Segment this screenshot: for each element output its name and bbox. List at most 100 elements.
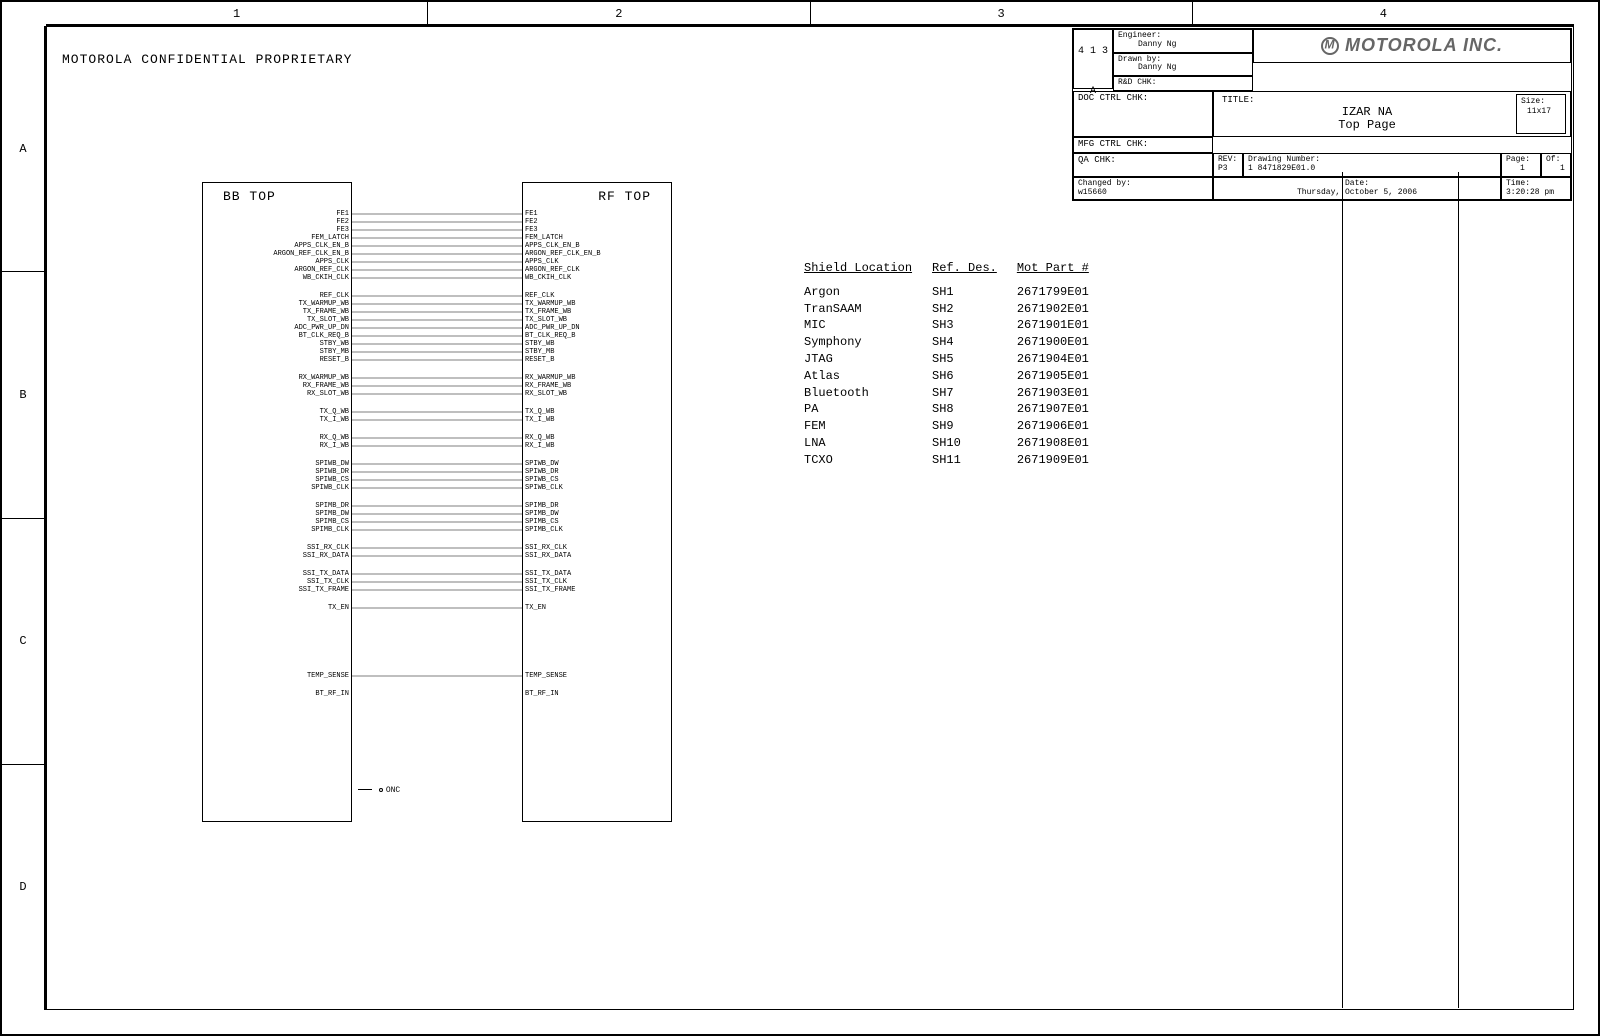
shield-cell: TCXO [794, 452, 922, 469]
title-line1: IZAR NA [1342, 105, 1392, 119]
bb-top-title: BB TOP [223, 189, 276, 204]
doc-ctrl-chk: DOC CTRL CHK: [1073, 91, 1213, 137]
rf-top-title: RF TOP [598, 189, 651, 204]
drawn-label: Drawn by: [1118, 55, 1161, 64]
of-label: Of: [1546, 155, 1560, 164]
rf-pin: SSI_RX_DATA [525, 553, 671, 561]
shield-cell: FEM [794, 418, 922, 435]
rd-chk: R&D CHK: [1113, 76, 1253, 91]
shield-cell: MIC [794, 317, 922, 334]
shield-row: ArgonSH12671799E01 [794, 283, 1099, 300]
shield-cell: SH11 [922, 452, 1007, 469]
shield-cell: SH1 [922, 283, 1007, 300]
shield-cell: SH10 [922, 435, 1007, 452]
shield-row: AtlasSH62671905E01 [794, 368, 1099, 385]
motorola-logo: MOTOROLA INC. [1253, 29, 1571, 63]
shield-cell: PA [794, 401, 922, 418]
shield-row: JTAGSH52671904E01 [794, 351, 1099, 368]
row-b: B [2, 272, 44, 518]
shield-cell: SH8 [922, 401, 1007, 418]
bb-pin: RX_I_WB [203, 443, 349, 451]
onc-dot-icon [379, 788, 383, 792]
engineer-value: Danny Ng [1118, 40, 1176, 49]
shield-cell: JTAG [794, 351, 922, 368]
shield-hdr-loc: Shield Location [794, 260, 922, 283]
bb-pin: SPIMB_CLK [203, 527, 349, 535]
drawn-cell: Drawn by: Danny Ng [1113, 53, 1253, 77]
shield-cell: SH2 [922, 301, 1007, 318]
qa-chk: QA CHK: [1073, 153, 1213, 177]
rf-pin: RX_I_WB [525, 443, 671, 451]
shield-cell: SH7 [922, 385, 1007, 402]
onc-text: ONC [386, 786, 400, 795]
side-code: 4 1 3 A [1073, 29, 1113, 89]
row-d: D [2, 765, 44, 1010]
bb-pin: TX_I_WB [203, 417, 349, 425]
column-ruler: 1 2 3 4 [46, 2, 1574, 26]
drawing-no-label: Drawing Number: [1248, 155, 1320, 164]
rf-pin-list: FE1FE2FE3FEM_LATCHAPPS_CLK_EN_BARGON_REF… [523, 211, 671, 699]
shield-cell: 2671904E01 [1007, 351, 1099, 368]
confidential-notice: MOTOROLA CONFIDENTIAL PROPRIETARY [62, 52, 352, 67]
rf-top-block: RF TOP FE1FE2FE3FEM_LATCHAPPS_CLK_EN_BAR… [522, 182, 672, 822]
col-1: 1 [46, 2, 428, 24]
bb-pin: FE1 [203, 211, 349, 219]
row-c: C [2, 519, 44, 765]
revision-column [1342, 172, 1572, 1008]
shield-cell: Bluetooth [794, 385, 922, 402]
rf-pin: RX_SLOT_WB [525, 391, 671, 399]
rf-pin: TX_I_WB [525, 417, 671, 425]
rf-pin: FE1 [525, 211, 671, 219]
engineer-label: Engineer: [1118, 31, 1161, 40]
bb-pin: BT_RF_IN [203, 691, 349, 699]
rev-value: P3 [1218, 164, 1228, 173]
changed-cell: Changed by: w15660 [1073, 177, 1213, 201]
shield-row: LNASH102671908E01 [794, 435, 1099, 452]
engineer-cell: Engineer: Danny Ng [1113, 29, 1253, 53]
bb-pin: SPIWB_CLK [203, 485, 349, 493]
bb-pin-list: FE1FE2FE3FEM_LATCHAPPS_CLK_EN_BARGON_REF… [203, 211, 351, 699]
shield-cell: SH5 [922, 351, 1007, 368]
shield-cell: 2671905E01 [1007, 368, 1099, 385]
title-line2: Top Page [1338, 118, 1396, 132]
shield-cell: TranSAAM [794, 301, 922, 318]
bb-pin: WB_CKIH_CLK [203, 275, 349, 283]
shield-cell: Symphony [794, 334, 922, 351]
shield-cell: Argon [794, 283, 922, 300]
rev-label: REV: [1218, 155, 1237, 164]
rf-pin: SSI_TX_FRAME [525, 587, 671, 595]
revision-column-divider [1458, 172, 1572, 1008]
shield-cell: 2671906E01 [1007, 418, 1099, 435]
shield-row: MICSH32671901E01 [794, 317, 1099, 334]
rf-pin: TEMP_SENSE [525, 673, 671, 681]
rf-pin: WB_CKIH_CLK [525, 275, 671, 283]
bb-pin: SSI_RX_DATA [203, 553, 349, 561]
shield-cell: SH4 [922, 334, 1007, 351]
drawn-value: Danny Ng [1118, 63, 1176, 72]
rf-pin: TX_EN [525, 605, 671, 613]
bb-pin: FE2 [203, 219, 349, 227]
shield-hdr-part: Mot Part # [1007, 260, 1099, 283]
bb-pin: SSI_TX_FRAME [203, 587, 349, 595]
row-ruler: A B C D [2, 26, 46, 1010]
shield-row: TCXOSH112671909E01 [794, 452, 1099, 469]
bb-top-block: BB TOP FE1FE2FE3FEM_LATCHAPPS_CLK_EN_BAR… [202, 182, 352, 822]
shield-table: Shield Location Ref. Des. Mot Part # Arg… [794, 260, 1099, 469]
shield-cell: Atlas [794, 368, 922, 385]
drawing-no-value: 1 8471829E01.0 [1248, 164, 1315, 173]
rf-pin: SPIMB_CLK [525, 527, 671, 535]
shield-cell: 2671901E01 [1007, 317, 1099, 334]
bb-pin: RESET_B [203, 357, 349, 365]
bb-pin: RX_SLOT_WB [203, 391, 349, 399]
rf-pin: BT_RF_IN [525, 691, 671, 699]
shield-hdr-ref: Ref. Des. [922, 260, 1007, 283]
shield-row: FEMSH92671906E01 [794, 418, 1099, 435]
shield-row: SymphonySH42671900E01 [794, 334, 1099, 351]
rf-pin: SPIWB_CLK [525, 485, 671, 493]
col-2: 2 [428, 2, 810, 24]
size-value: 11x17 [1521, 107, 1551, 116]
shield-cell: LNA [794, 435, 922, 452]
shield-cell: 2671908E01 [1007, 435, 1099, 452]
shield-cell: 2671902E01 [1007, 301, 1099, 318]
row-a: A [2, 26, 44, 272]
